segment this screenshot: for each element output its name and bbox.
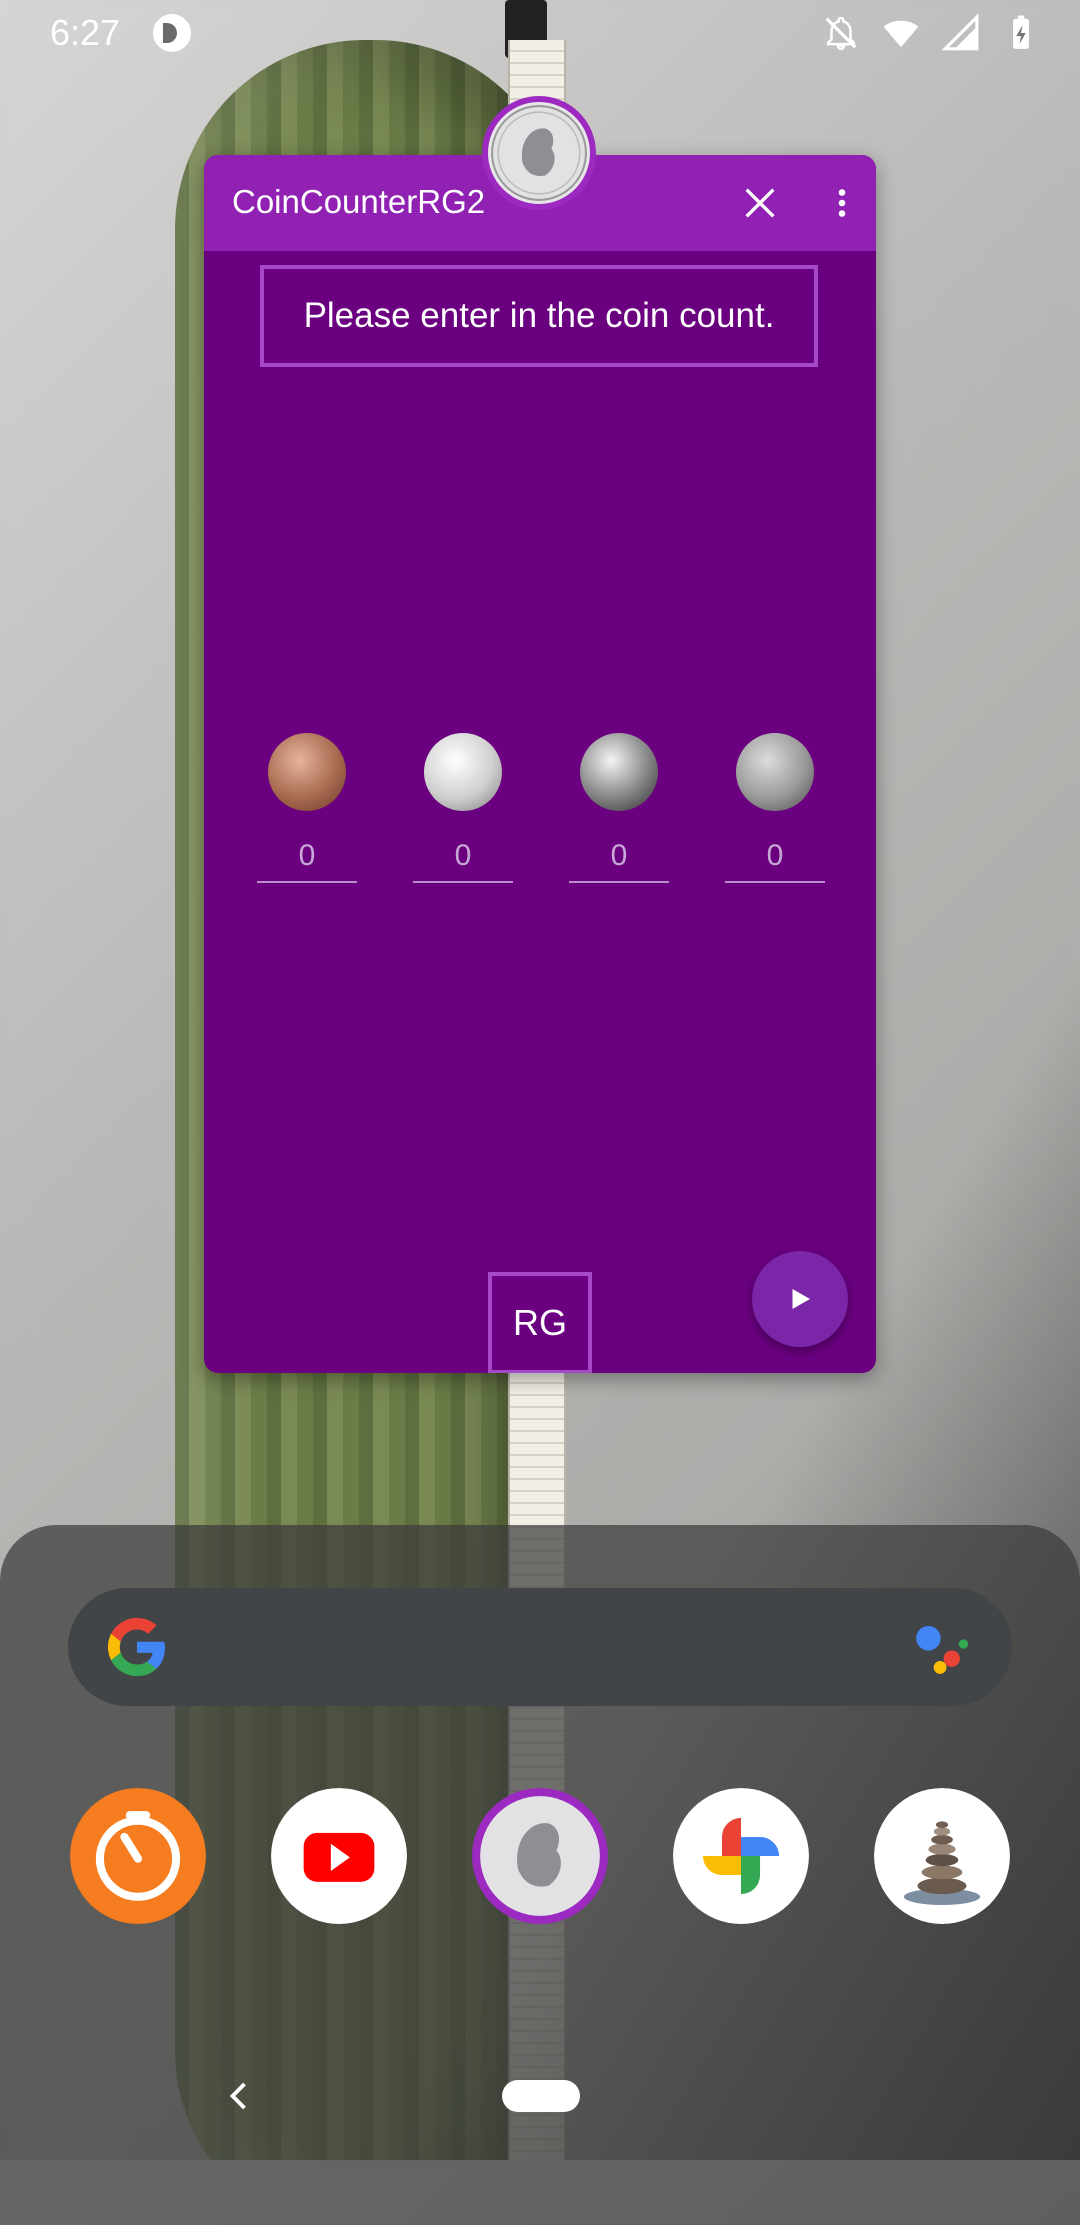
coin-penny: 0 — [257, 733, 357, 883]
close-icon[interactable] — [740, 183, 780, 223]
dime-count-input[interactable]: 0 — [569, 831, 669, 883]
battery-icon — [1013, 15, 1029, 49]
coin-nickel: 0 — [413, 733, 513, 883]
coin-quarter: 0 — [725, 733, 825, 883]
window-title: CoinCounterRG2 — [232, 183, 486, 220]
app-indicator-icon — [153, 14, 191, 52]
quarter-count-input[interactable]: 0 — [725, 831, 825, 883]
coin-dime: 0 — [569, 733, 669, 883]
coincounter-window[interactable]: CoinCounterRG2 Please enter in the coin … — [204, 155, 876, 1373]
quarter-coin-icon — [491, 105, 587, 201]
notifications-off-icon — [825, 16, 857, 51]
nickel-icon — [424, 733, 502, 811]
signal-icon — [942, 14, 979, 51]
google-g-icon — [107, 1617, 165, 1677]
instruction-text: Please enter in the coin count. — [260, 265, 818, 367]
home-pill-button[interactable] — [502, 2080, 580, 2112]
run-button[interactable] — [752, 1251, 848, 1347]
quarter-coin-icon — [472, 1788, 608, 1924]
timer-icon — [70, 1788, 206, 1924]
photos-app-icon[interactable] — [673, 1788, 809, 1924]
quarter-icon — [736, 733, 814, 811]
youtube-app-icon[interactable] — [271, 1788, 407, 1924]
nickel-count-input[interactable]: 0 — [413, 831, 513, 883]
play-icon — [792, 1289, 810, 1309]
google-search-bar[interactable] — [68, 1588, 1012, 1706]
coin-bubble-icon[interactable] — [482, 96, 596, 210]
pinwheel-icon — [673, 1788, 809, 1924]
coincounter-app-icon[interactable] — [472, 1788, 608, 1924]
timer-app-icon[interactable] — [70, 1788, 206, 1924]
assistant-icon[interactable] — [908, 1612, 978, 1682]
status-time: 6:27 — [50, 12, 121, 53]
stacked-stones-icon — [874, 1788, 1010, 1924]
rg-button[interactable]: RG — [488, 1272, 592, 1373]
dime-icon — [580, 733, 658, 811]
wifi-icon — [883, 20, 919, 48]
back-icon[interactable] — [222, 2078, 258, 2114]
penny-count-input[interactable]: 0 — [257, 831, 357, 883]
penny-icon — [268, 733, 346, 811]
youtube-icon — [271, 1788, 407, 1924]
status-bar: 6:27 — [0, 0, 1080, 66]
more-options-icon[interactable] — [824, 185, 860, 221]
stones-app-icon[interactable] — [874, 1788, 1010, 1924]
